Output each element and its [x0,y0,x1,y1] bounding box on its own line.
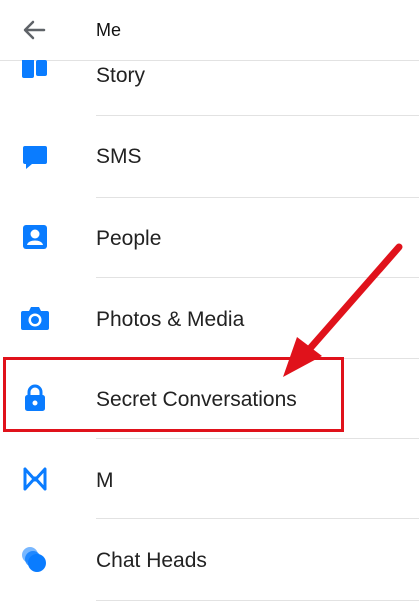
arrow-annotation [283,243,403,377]
